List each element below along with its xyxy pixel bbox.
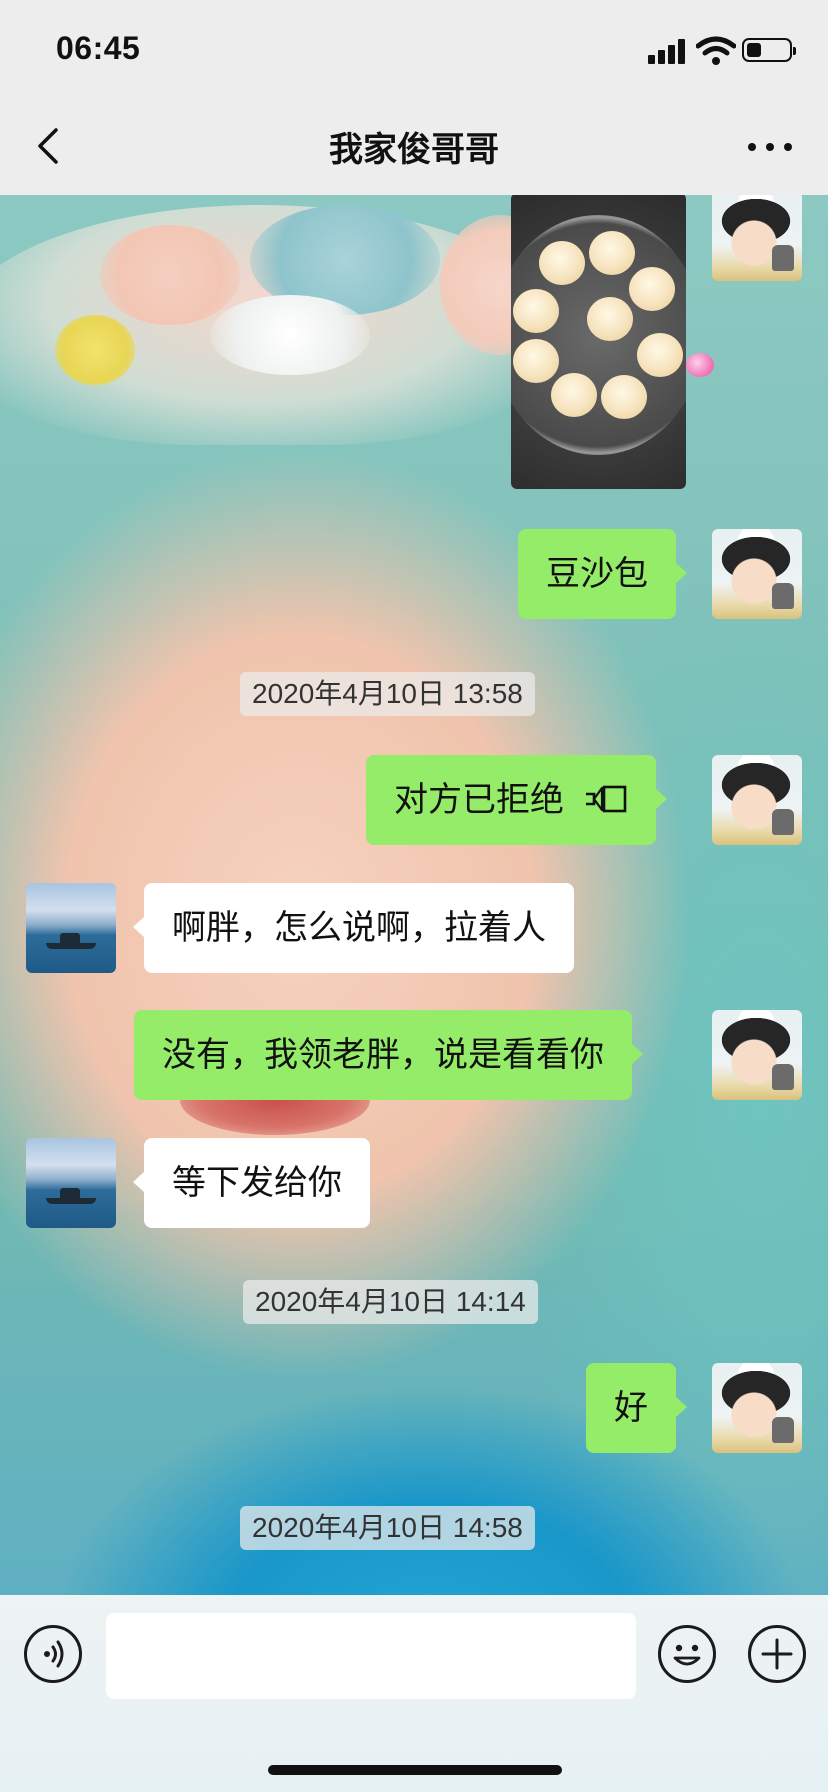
signal-icon [648, 38, 688, 64]
message-bubble-sent[interactable]: 豆沙包 [518, 529, 687, 619]
contact-avatar[interactable] [26, 883, 116, 973]
chat-title: 我家俊哥哥 [329, 130, 499, 170]
message-text: 等下发给你 [172, 1163, 342, 1203]
call-status-bubble[interactable]: 对方已拒绝 [366, 755, 667, 845]
nav-bar: 我家俊哥哥 [0, 96, 828, 195]
timestamp: 2020年4月10日 14:14 [243, 1280, 538, 1324]
image-message[interactable] [511, 195, 686, 489]
plus-icon[interactable] [748, 1625, 806, 1683]
message-text: 对方已拒绝 [394, 780, 564, 820]
status-bar: 06:45 [0, 0, 828, 96]
sticker-dot [686, 353, 714, 377]
emoji-icon[interactable] [658, 1625, 716, 1683]
timestamp: 2020年4月10日 13:58 [240, 672, 535, 716]
chat-message-list[interactable]: 豆沙包 2020年4月10日 13:58 对方已拒绝 啊胖，怎么说啊，拉着人 没… [0, 195, 828, 1595]
more-dots-icon[interactable] [746, 126, 794, 166]
my-avatar[interactable] [712, 1010, 802, 1100]
message-text: 好 [614, 1388, 648, 1428]
contact-avatar[interactable] [26, 1138, 116, 1228]
message-bubble-received[interactable]: 啊胖，怎么说啊，拉着人 [133, 883, 574, 973]
message-bubble-sent[interactable]: 好 [586, 1363, 687, 1453]
my-avatar[interactable] [712, 195, 802, 281]
timestamp: 2020年4月10日 14:58 [240, 1506, 535, 1550]
message-text: 豆沙包 [546, 554, 648, 594]
input-bar [0, 1595, 828, 1792]
my-avatar[interactable] [712, 1363, 802, 1453]
message-input[interactable] [106, 1613, 636, 1699]
voice-call-icon [586, 785, 627, 813]
message-text: 啊胖，怎么说啊，拉着人 [172, 908, 546, 948]
my-avatar[interactable] [712, 529, 802, 619]
message-bubble-received[interactable]: 等下发给你 [133, 1138, 370, 1228]
home-indicator[interactable] [268, 1765, 562, 1775]
battery-icon [742, 38, 796, 62]
status-time: 06:45 [56, 30, 141, 66]
message-bubble-sent[interactable]: 没有，我领老胖，说是看看你 [134, 1010, 643, 1100]
message-text: 没有，我领老胖，说是看看你 [162, 1035, 604, 1075]
voice-input-icon[interactable] [24, 1625, 82, 1683]
wifi-icon [696, 36, 736, 65]
my-avatar[interactable] [712, 755, 802, 845]
